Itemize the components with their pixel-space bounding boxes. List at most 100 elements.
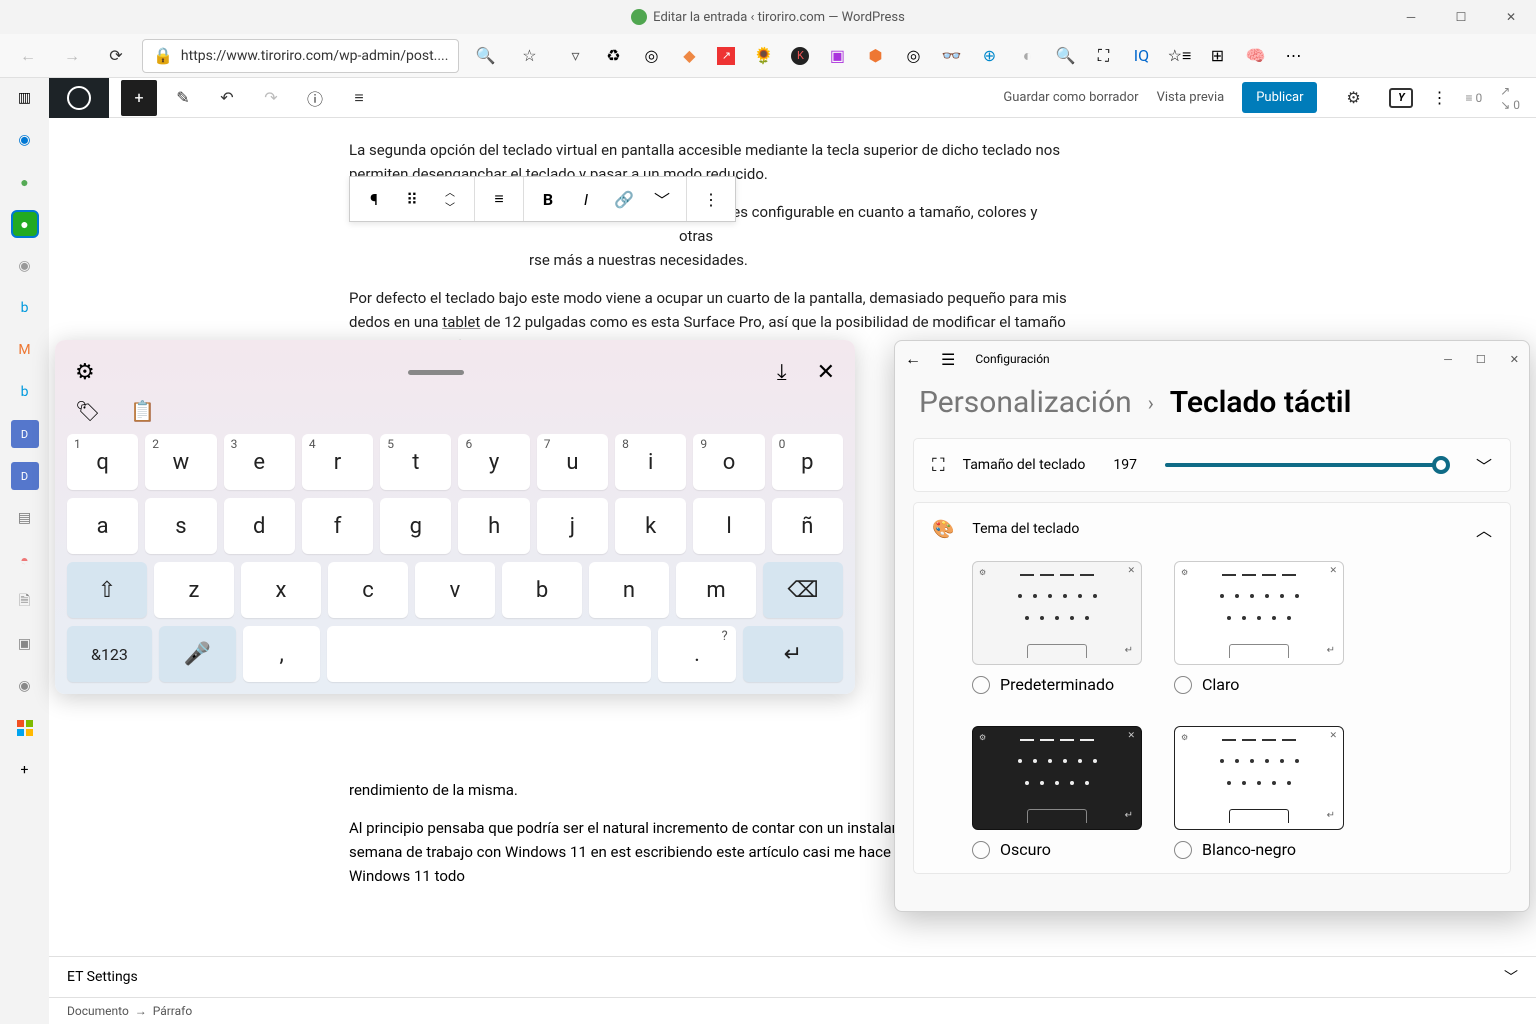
extensions-icon[interactable]: ⊞ — [1207, 46, 1227, 66]
settings-back-icon[interactable]: ← — [905, 349, 921, 369]
italic-button[interactable]: I — [570, 183, 602, 215]
ext-icon-4[interactable]: 🌻 — [753, 46, 773, 66]
ext-icon-14[interactable]: IQ — [1131, 46, 1151, 66]
ext-icon-5[interactable]: K — [791, 47, 809, 65]
pocket-icon[interactable]: ▿ — [565, 46, 585, 66]
key-v[interactable]: v — [415, 562, 495, 618]
key-i[interactable]: 8i — [615, 434, 686, 490]
ext-icon-10[interactable]: ⊕ — [979, 46, 999, 66]
key-enter[interactable]: ↵ — [743, 626, 843, 682]
paragraph-type-icon[interactable]: ¶ — [358, 183, 390, 215]
collapse-chevron-icon[interactable]: ︿ — [1476, 517, 1492, 541]
favorite-icon[interactable]: ☆ — [511, 38, 547, 74]
key-space[interactable] — [327, 626, 651, 682]
tabs-toggle-icon[interactable]: ▥ — [11, 84, 39, 112]
tab-7-icon[interactable]: b — [11, 378, 39, 406]
settings-close-button[interactable]: ✕ — [1510, 353, 1519, 366]
tab-8-icon[interactable]: D — [11, 420, 39, 448]
redo-button[interactable]: ↷ — [253, 80, 289, 116]
url-bar[interactable]: 🔒 https://www.tiroriro.com/wp-admin/post… — [142, 39, 459, 73]
key-period[interactable]: ?. — [658, 626, 735, 682]
tab-active-icon[interactable]: ● — [11, 210, 39, 238]
ext-icon-11[interactable]: ◐ — [1017, 46, 1037, 66]
key-t[interactable]: 5t — [380, 434, 451, 490]
tab-14-icon[interactable]: ◉ — [11, 672, 39, 700]
key-mic[interactable]: 🎤 — [159, 626, 236, 682]
settings-gear-icon[interactable]: ⚙ — [1335, 80, 1371, 116]
more-format-icon[interactable]: ﹀ — [646, 183, 678, 215]
theme-light[interactable]: ⚙✕ ↵ Claro — [1174, 561, 1344, 694]
recycle-icon[interactable]: ♻ — [603, 46, 623, 66]
key-d[interactable]: d — [224, 498, 295, 554]
key-y[interactable]: 6y — [458, 434, 529, 490]
radio-default[interactable] — [972, 676, 990, 694]
tab-6-icon[interactable]: M — [11, 336, 39, 364]
bold-button[interactable]: B — [532, 183, 564, 215]
et-settings-row[interactable]: ET Settings ﹀ — [49, 957, 1536, 998]
breadcrumb-parent[interactable]: Personalización — [919, 385, 1132, 420]
back-button[interactable]: ← — [10, 38, 46, 74]
outline-button[interactable]: ≡ — [341, 80, 377, 116]
tab-10-icon[interactable]: ▤ — [11, 504, 39, 532]
key-z[interactable]: z — [154, 562, 234, 618]
undo-button[interactable]: ↶ — [209, 80, 245, 116]
key-k[interactable]: k — [615, 498, 686, 554]
key-shift[interactable]: ⇧ — [67, 562, 147, 618]
more-options-icon[interactable]: ⋮ — [1431, 88, 1447, 107]
key-n[interactable]: n — [589, 562, 669, 618]
key-b[interactable]: b — [502, 562, 582, 618]
key-r[interactable]: 4r — [302, 434, 373, 490]
ext-icon-7[interactable]: ⬢ — [865, 46, 885, 66]
info-button[interactable]: ⓘ — [297, 80, 333, 116]
key-f[interactable]: f — [302, 498, 373, 554]
key-x[interactable]: x — [241, 562, 321, 618]
key-o[interactable]: 9o — [693, 434, 764, 490]
tab-4-icon[interactable]: ◉ — [11, 252, 39, 280]
search-icon[interactable]: 🔍 — [467, 38, 503, 74]
keyboard-close-icon[interactable]: ✕ — [817, 360, 835, 385]
theme-dark[interactable]: ⚙✕ ↵ Oscuro — [972, 726, 1142, 859]
size-slider[interactable] — [1165, 463, 1448, 467]
key-w[interactable]: 2w — [145, 434, 216, 490]
key-s[interactable]: s — [145, 498, 216, 554]
edit-tool-icon[interactable]: ✎ — [165, 80, 201, 116]
drag-handle-icon[interactable]: ⠿ — [396, 183, 428, 215]
settings-maximize-button[interactable]: ☐ — [1476, 353, 1486, 366]
ext-icon-8[interactable]: ◎ — [903, 46, 923, 66]
key-c[interactable]: c — [328, 562, 408, 618]
tab-12-icon[interactable]: 🗎 — [11, 588, 39, 616]
radio-white-black[interactable] — [1174, 841, 1192, 859]
theme-default[interactable]: ⚙✕ ↵ Predeterminado — [972, 561, 1142, 694]
key-h[interactable]: h — [458, 498, 529, 554]
collections-icon[interactable]: ☆≡ — [1169, 46, 1189, 66]
keyboard-clipboard-icon[interactable]: 📋 — [130, 399, 155, 423]
tab-5-icon[interactable]: b — [11, 294, 39, 322]
tab-9-icon[interactable]: D — [11, 462, 39, 490]
settings-menu-icon[interactable]: ☰ — [941, 350, 955, 369]
key-a[interactable]: a — [67, 498, 138, 554]
ext-icon-9[interactable]: 👓 — [941, 46, 961, 66]
forward-button[interactable]: → — [54, 38, 90, 74]
key-backspace[interactable]: ⌫ — [763, 562, 843, 618]
theme-white-black[interactable]: ⚙✕ ↵ Blanco-negro — [1174, 726, 1344, 859]
maximize-button[interactable]: ☐ — [1436, 0, 1486, 34]
key-g[interactable]: g — [380, 498, 451, 554]
close-button[interactable]: ✕ — [1486, 0, 1536, 34]
tab-ms-icon[interactable] — [11, 714, 39, 742]
ext-icon-2[interactable]: ◆ — [679, 46, 699, 66]
align-icon[interactable]: ≡ — [483, 183, 515, 215]
key-u[interactable]: 7u — [537, 434, 608, 490]
radio-light[interactable] — [1174, 676, 1192, 694]
link-button[interactable]: 🔗 — [608, 183, 640, 215]
block-more-icon[interactable]: ⋮ — [695, 183, 727, 215]
keyboard-settings-icon[interactable]: ⚙ — [75, 360, 95, 385]
ext-icon-1[interactable]: ◎ — [641, 46, 661, 66]
ext-icon-3[interactable]: ↗ — [717, 47, 735, 65]
ext-icon-13[interactable]: ⛶ — [1093, 46, 1113, 66]
reload-button[interactable]: ⟳ — [98, 38, 134, 74]
key-enye[interactable]: ñ — [772, 498, 843, 554]
key-e[interactable]: 3e — [224, 434, 295, 490]
breadcrumb[interactable]: Documento → Párrafo — [49, 998, 1536, 1024]
key-l[interactable]: l — [693, 498, 764, 554]
tab-13-icon[interactable]: ▣ — [11, 630, 39, 658]
